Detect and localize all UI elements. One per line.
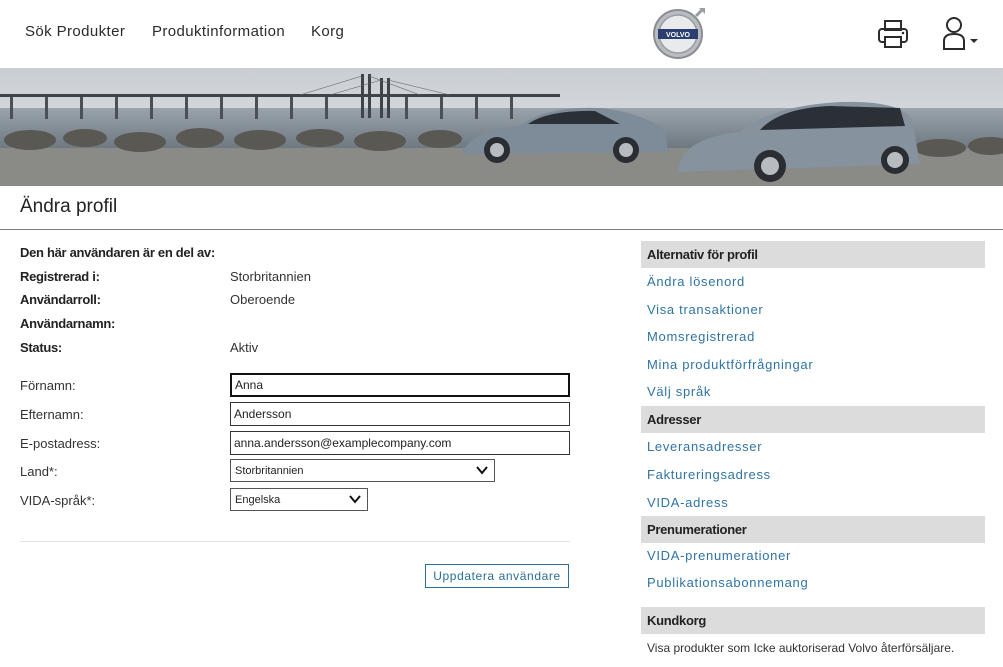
vida-language-select-value: Engelska bbox=[235, 494, 281, 506]
user-menu-button[interactable] bbox=[940, 15, 982, 53]
vida-subscriptions-link[interactable]: VIDA-prenumerationer bbox=[647, 548, 791, 563]
title-divider bbox=[0, 229, 1003, 230]
chevron-down-icon bbox=[476, 466, 488, 475]
vida-language-label: VIDA-språk*: bbox=[20, 493, 96, 508]
registered-in-label: Registrerad i: bbox=[20, 269, 100, 284]
update-user-button[interactable]: Uppdatera användare bbox=[425, 564, 569, 588]
last-name-label: Efternamn: bbox=[20, 407, 84, 422]
delivery-addresses-link[interactable]: Leveransadresser bbox=[647, 439, 762, 454]
user-icon bbox=[943, 17, 965, 50]
print-button[interactable] bbox=[876, 18, 912, 52]
addresses-header: Adresser bbox=[641, 406, 985, 433]
form-divider bbox=[20, 541, 570, 542]
customer-cart-header: Kundkorg bbox=[641, 607, 985, 634]
first-name-label: Förnamn: bbox=[20, 378, 76, 393]
nav-search-products[interactable]: Sök Produkter bbox=[25, 23, 125, 40]
status-value: Aktiv bbox=[230, 340, 259, 355]
chevron-down-icon bbox=[349, 495, 361, 504]
member-of-label: Den här användaren är en del av: bbox=[20, 245, 215, 260]
profile-options-header: Alternativ för profil bbox=[641, 241, 985, 268]
vida-address-link[interactable]: VIDA-adress bbox=[647, 495, 728, 510]
user-role-value: Oberoende bbox=[230, 292, 296, 307]
printer-icon bbox=[878, 20, 908, 48]
top-navigation-bar: Sök Produkter Produktinformation Korg VO… bbox=[0, 0, 1003, 68]
page-title: Ändra profil bbox=[20, 196, 118, 217]
username-label: Användarnamn: bbox=[20, 316, 116, 331]
logo-text: VOLVO bbox=[666, 32, 691, 39]
status-label: Status: bbox=[20, 340, 62, 355]
choose-language-link[interactable]: Välj språk bbox=[647, 384, 711, 399]
email-label: E-postadress: bbox=[20, 436, 101, 451]
publication-subscriptions-link[interactable]: Publikationsabonnemang bbox=[647, 575, 808, 590]
registered-in-value: Storbritannien bbox=[230, 269, 311, 284]
country-select-value: Storbritannien bbox=[235, 465, 304, 477]
billing-address-link[interactable]: Faktureringsadress bbox=[647, 467, 771, 482]
last-name-input[interactable] bbox=[230, 402, 570, 426]
country-label: Land*: bbox=[20, 464, 58, 479]
view-transactions-link[interactable]: Visa transaktioner bbox=[647, 302, 763, 317]
first-name-input[interactable] bbox=[230, 373, 570, 397]
volvo-logo[interactable]: VOLVO bbox=[652, 6, 708, 62]
email-input[interactable] bbox=[230, 431, 570, 455]
caret-down-icon bbox=[970, 39, 978, 43]
vida-language-select[interactable]: Engelska bbox=[230, 488, 368, 511]
subscriptions-header: Prenumerationer bbox=[641, 516, 985, 543]
country-select[interactable]: Storbritannien bbox=[230, 459, 495, 482]
vat-registered-link[interactable]: Momsregistrerad bbox=[647, 329, 755, 344]
product-requests-link[interactable]: Mina produktförfrågningar bbox=[647, 357, 813, 372]
cart-info-text: Visa produkter som Icke auktoriserad Vol… bbox=[647, 641, 955, 655]
hero-banner-image bbox=[0, 68, 1003, 186]
nav-cart[interactable]: Korg bbox=[311, 23, 344, 40]
nav-product-information[interactable]: Produktinformation bbox=[152, 23, 285, 40]
change-password-link[interactable]: Ändra lösenord bbox=[647, 274, 745, 289]
user-role-label: Användarroll: bbox=[20, 292, 101, 307]
